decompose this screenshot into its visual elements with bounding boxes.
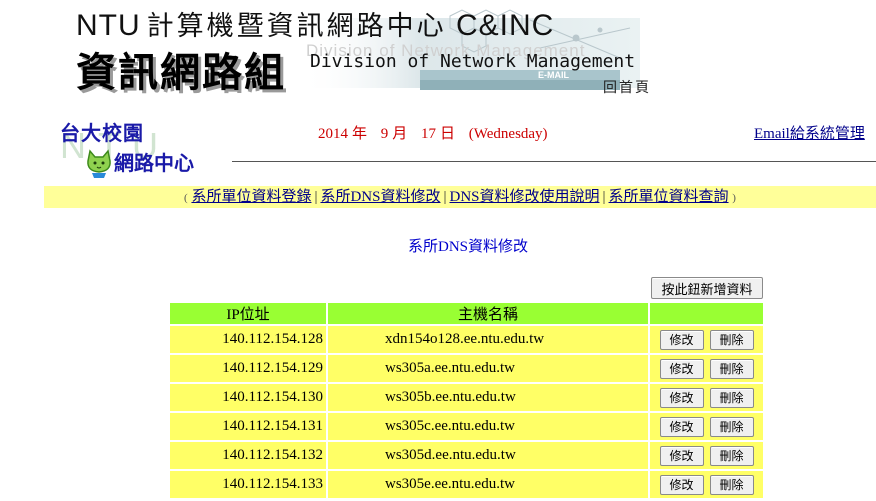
header-divider — [232, 161, 876, 162]
hostname-cell: ws305c.ee.ntu.edu.tw — [328, 413, 648, 440]
table-row: 140.112.154.131 ws305c.ee.ntu.edu.tw 修改 刪除 — [170, 413, 763, 440]
cat-mascot-icon — [87, 149, 111, 178]
center-title: NTU 計算機暨資訊網路中心 C&INC — [76, 4, 554, 43]
center-name-cn: 計算機暨資訊網路中心 — [146, 11, 447, 42]
delete-button[interactable]: 刪除 — [709, 445, 754, 466]
row-actions-cell: 修改 刪除 — [650, 384, 763, 411]
edit-button[interactable]: 修改 — [659, 329, 704, 350]
row-actions-cell: 修改 刪除 — [650, 326, 763, 353]
menu-separator: | — [314, 189, 318, 205]
hostname-cell: ws305e.ee.ntu.edu.tw — [328, 471, 648, 498]
add-record-button[interactable]: 按此鈕新增資料 — [651, 277, 763, 299]
edit-button[interactable]: 修改 — [659, 358, 704, 379]
menu-open-paren: ( — [184, 192, 188, 204]
logo-line2: 網路中心 — [114, 151, 194, 175]
dept-name-cn: 資訊網路組 — [76, 50, 286, 96]
delete-button[interactable]: 刪除 — [709, 387, 754, 408]
edit-button[interactable]: 修改 — [659, 387, 704, 408]
delete-button[interactable]: 刪除 — [709, 329, 754, 350]
row-actions-cell: 修改 刪除 — [650, 413, 763, 440]
ip-address-cell: 140.112.154.132 — [170, 442, 326, 469]
menu-separator: | — [443, 189, 447, 205]
ip-address-cell: 140.112.154.131 — [170, 413, 326, 440]
date-year-unit: 年 — [352, 126, 368, 142]
menu-item-dns-help[interactable]: DNS資料修改使用說明 — [450, 189, 600, 205]
page-title: 系所DNS資料修改 — [407, 239, 528, 255]
table-row: 140.112.154.128 xdn154o128.ee.ntu.edu.tw 修… — [170, 326, 763, 353]
date-day-unit: 日 — [440, 126, 456, 142]
date-month-unit: 月 — [392, 126, 408, 142]
hostname-cell: ws305b.ee.ntu.edu.tw — [328, 384, 648, 411]
table-row: 140.112.154.129 ws305a.ee.ntu.edu.tw 修改 刪除 — [170, 355, 763, 382]
menu-item-unit-register[interactable]: 系所單位資料登錄 — [191, 189, 311, 205]
dept-name-en: Division of Network Management — [310, 51, 636, 72]
hostname-cell: xdn154o128.ee.ntu.edu.tw — [328, 326, 648, 353]
hostname-cell: ws305d.ee.ntu.edu.tw — [328, 442, 648, 469]
date-year: 2014 — [318, 126, 348, 142]
ip-address-cell: 140.112.154.128 — [170, 326, 326, 353]
column-header-actions — [650, 303, 763, 324]
date-month: 9 — [380, 126, 389, 142]
date-weekday: (Wednesday) — [468, 126, 548, 142]
table-row: 140.112.154.130 ws305b.ee.ntu.edu.tw 修改 刪除 — [170, 384, 763, 411]
menu-item-dns-edit[interactable]: 系所DNS資料修改 — [320, 189, 440, 205]
dns-records-table: IP位址 主機名稱 140.112.154.128 xdn154o128.ee.n… — [168, 301, 765, 500]
date-day: 17 — [421, 126, 437, 142]
edit-button[interactable]: 修改 — [659, 445, 704, 466]
delete-button[interactable]: 刪除 — [709, 416, 754, 437]
ntu-abbr: NTU — [76, 9, 141, 42]
edit-button[interactable]: 修改 — [659, 474, 704, 495]
ip-address-cell: 140.112.154.130 — [170, 384, 326, 411]
ip-address-cell: 140.112.154.129 — [170, 355, 326, 382]
column-header-ip: IP位址 — [170, 303, 326, 324]
campus-network-logo[interactable]: NTU 台大校園 網路中心 — [58, 117, 233, 182]
delete-button[interactable]: 刪除 — [709, 358, 754, 379]
hostname-cell: ws305a.ee.ntu.edu.tw — [328, 355, 648, 382]
table-row: 140.112.154.132 ws305d.ee.ntu.edu.tw 修改 刪除 — [170, 442, 763, 469]
dns-records-body: 140.112.154.128 xdn154o128.ee.ntu.edu.tw 修… — [170, 326, 763, 498]
edit-button[interactable]: 修改 — [659, 416, 704, 437]
menu-close-paren: ) — [732, 192, 736, 204]
center-abbr: C&INC — [456, 9, 555, 42]
column-header-hostname: 主機名稱 — [328, 303, 648, 324]
menu-separator: | — [602, 189, 606, 205]
row-actions-cell: 修改 刪除 — [650, 442, 763, 469]
delete-button[interactable]: 刪除 — [709, 474, 754, 495]
table-header-row: IP位址 主機名稱 — [170, 303, 763, 324]
email-admin-link[interactable]: Email給系統管理 — [754, 122, 865, 143]
row-actions-cell: 修改 刪除 — [650, 471, 763, 498]
menu-item-unit-query[interactable]: 系所單位資料查詢 — [609, 189, 729, 205]
table-row: 140.112.154.133 ws305e.ee.ntu.edu.tw 修改 刪除 — [170, 471, 763, 498]
nav-menu-bar: ( 系所單位資料登錄 | 系所DNS資料修改 | DNS資料修改使用說明 | 系所單位資料查… — [44, 186, 876, 208]
header-banner: E-MAIL NTU 計算機暨資訊網路中心 C&INC Division of N… — [0, 0, 876, 105]
home-link[interactable]: 回首頁 — [603, 77, 651, 97]
logo-line1: 台大校園 — [60, 121, 144, 145]
current-date: 2014 年 9月 17 日 (Wednesday) — [318, 122, 552, 143]
row-actions-cell: 修改 刪除 — [650, 355, 763, 382]
ip-address-cell: 140.112.154.133 — [170, 471, 326, 498]
